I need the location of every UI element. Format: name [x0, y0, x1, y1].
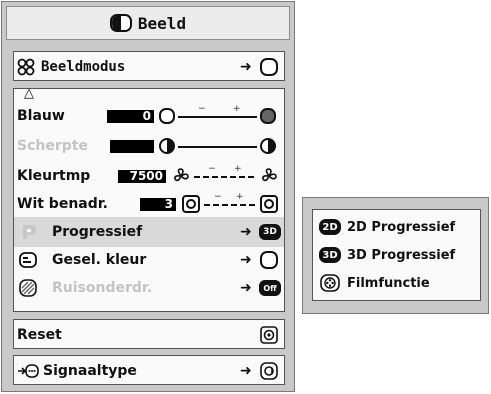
- beeldmodus-box: Beeldmodus ➜: [13, 51, 285, 81]
- submenu-item-2d[interactable]: 2D 2D Progressief: [313, 213, 480, 241]
- adjustments-box: △ Blauw 0 − + Scherpte Kleurtmp 7500 − +…: [13, 86, 285, 312]
- blauw-row[interactable]: Blauw 0 − +: [14, 101, 284, 131]
- scherpte-slider[interactable]: [178, 139, 257, 153]
- progressief-arrow-icon: ➜: [240, 224, 252, 240]
- signaaltype-box: Signaaltype ➜: [13, 355, 285, 385]
- reset-icon: [260, 326, 278, 344]
- signal-auto-icon: [260, 362, 278, 380]
- scherpte-min-icon: [159, 138, 175, 154]
- reset-row[interactable]: Reset: [14, 320, 284, 350]
- wit-benadr-label: Wit benadr.: [17, 196, 108, 212]
- signaaltype-label: Signaaltype: [43, 363, 137, 379]
- submenu-item-3d[interactable]: 3D 3D Progressief: [313, 241, 480, 269]
- progressive-submenu-list: 2D 2D Progressief 3D 3D Progressief Film…: [312, 209, 481, 301]
- scherpte-label: Scherpte: [17, 138, 88, 154]
- gesel-kleur-arrow-icon: ➜: [240, 252, 252, 268]
- kleurtmp-value: 7500: [118, 169, 166, 183]
- menu-title-bar: Beeld: [6, 6, 290, 40]
- picture-mode-icon: [17, 58, 35, 76]
- submenu-item-label: 2D Progressief: [347, 219, 456, 235]
- wit-max-icon: [260, 195, 278, 213]
- reset-box: Reset: [13, 319, 285, 349]
- blauw-label: Blauw: [17, 108, 65, 124]
- progressive-p-icon: [23, 225, 36, 239]
- progressive-submenu-panel: 2D 2D Progressief 3D 3D Progressief Film…: [302, 197, 489, 314]
- blauw-min-icon: [159, 108, 175, 124]
- progressief-label: Progressief: [52, 224, 143, 240]
- 2d-badge-icon: 2D: [319, 219, 341, 235]
- scroll-up-icon: △: [24, 86, 34, 101]
- blauw-value: 0: [107, 109, 154, 123]
- fan-low-icon: [174, 168, 189, 182]
- wit-benadr-slider[interactable]: − +: [204, 193, 256, 211]
- reset-label: Reset: [17, 327, 62, 343]
- noise-off-icon: Off: [259, 280, 281, 296]
- submenu-item-film[interactable]: Filmfunctie: [313, 269, 480, 297]
- kleurtmp-row[interactable]: Kleurtmp 7500 − +: [14, 161, 284, 191]
- wit-benadr-row[interactable]: Wit benadr. 3 − +: [14, 189, 284, 219]
- film-mode-icon: [320, 274, 340, 292]
- scherpte-row[interactable]: Scherpte: [14, 131, 284, 161]
- blauw-slider[interactable]: − +: [178, 105, 257, 123]
- color-select-status-icon: [260, 251, 278, 269]
- blauw-max-icon: [260, 108, 276, 124]
- wit-min-icon: [182, 195, 200, 213]
- fan-high-icon: [262, 168, 277, 182]
- scherpte-value: [110, 139, 154, 153]
- beeldmodus-arrow-icon: ➜: [240, 59, 252, 75]
- kleurtmp-slider[interactable]: − +: [194, 165, 256, 183]
- progressief-row[interactable]: Progressief ➜ 3D: [14, 217, 284, 247]
- color-select-icon: [19, 252, 37, 268]
- gesel-kleur-label: Gesel. kleur: [52, 252, 147, 268]
- ruisonderdr-label: Ruisonderdr.: [52, 280, 153, 296]
- menu-title: Beeld: [137, 13, 187, 33]
- wit-benadr-value: 3: [140, 197, 176, 211]
- beeldmodus-row[interactable]: Beeldmodus ➜: [14, 52, 284, 82]
- scherpte-max-icon: [260, 138, 276, 154]
- kleurtmp-label: Kleurtmp: [17, 168, 91, 184]
- signaaltype-arrow-icon: ➜: [240, 363, 252, 379]
- signaaltype-row[interactable]: Signaaltype ➜: [14, 356, 284, 386]
- progressive-3d-icon: 3D: [259, 224, 281, 240]
- noise-reduction-icon: [19, 279, 37, 297]
- submenu-item-label: Filmfunctie: [347, 275, 430, 291]
- beeldmodus-label: Beeldmodus: [41, 59, 126, 75]
- picture-menu-panel: Beeld Beeldmodus ➜ △ Blauw 0 − + Scherpt…: [1, 1, 295, 392]
- ruisonderdr-arrow-icon: ➜: [240, 280, 252, 296]
- ruisonderdr-row[interactable]: Ruisonderdr. ➜ Off: [14, 273, 284, 303]
- 3d-badge-icon: 3D: [319, 247, 341, 263]
- submenu-item-label: 3D Progressief: [347, 247, 456, 263]
- picture-mode-status-icon: [260, 58, 278, 76]
- gesel-kleur-row[interactable]: Gesel. kleur ➜: [14, 245, 284, 275]
- signal-type-icon: [18, 364, 39, 378]
- picture-menu-icon: [109, 14, 132, 32]
